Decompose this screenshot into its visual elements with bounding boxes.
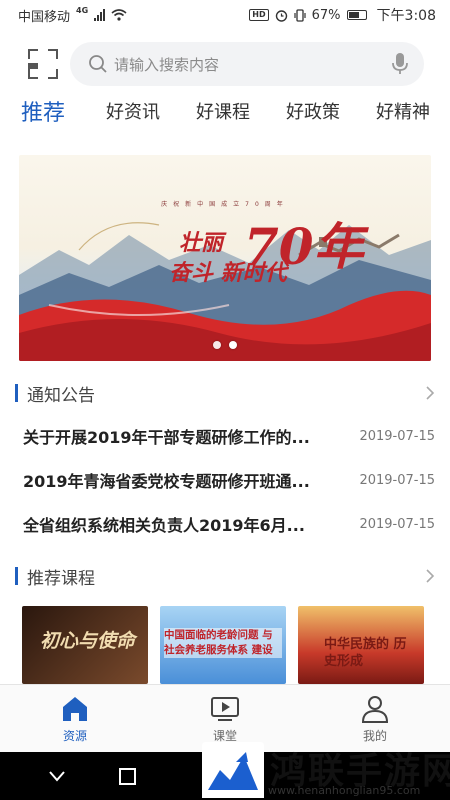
nav-resources[interactable]: 资源	[15, 685, 135, 753]
course-card[interactable]: 初心与使命	[22, 606, 148, 684]
course-title: 中国面临的老龄问题 与社会养老服务体系 建设	[164, 628, 282, 658]
watermark: 鸿联手游网 www.henanhonglian95.com	[200, 740, 450, 800]
notice-item[interactable]: 全省组织系统相关负责人2019年6月... 2019-07-15	[23, 511, 435, 537]
notice-title: 全省组织系统相关负责人2019年6月...	[23, 516, 305, 535]
carrier-label: 中国移动	[18, 9, 71, 25]
search-icon	[89, 55, 107, 73]
chevron-right-icon[interactable]	[425, 386, 435, 400]
notice-title: 2019年青海省委党校专题研修开班通...	[23, 472, 310, 491]
clock: 下午3:08	[376, 8, 436, 24]
courses-title: 推荐课程	[27, 568, 95, 589]
notices-title: 通知公告	[27, 385, 95, 406]
home-square-icon[interactable]	[119, 768, 136, 785]
notice-title: 关于开展2019年干部专题研修工作的...	[23, 428, 310, 447]
notices-header[interactable]: 通知公告	[15, 380, 435, 406]
banner-title-part1: 壮丽	[179, 230, 224, 256]
carousel-indicators	[19, 341, 431, 349]
banner-title-part2: 奋斗 新时代	[169, 260, 287, 286]
course-card[interactable]: 中华民族的 历史形成	[298, 606, 424, 684]
notice-item[interactable]: 2019年青海省委党校专题研修开班通... 2019-07-15	[23, 467, 435, 493]
banner-caption: 庆祝新中国成立70周年	[161, 201, 289, 208]
chevron-right-icon[interactable]	[425, 569, 435, 583]
category-tabs: 推荐 好资讯 好课程 好政策 好精神	[0, 90, 450, 136]
course-list: 初心与使命 中国面临的老龄问题 与社会养老服务体系 建设 中华民族的 历史形成	[22, 606, 432, 684]
home-icon	[63, 697, 87, 721]
tab-spirit[interactable]: 好精神	[376, 98, 430, 124]
section-accent-bar	[15, 384, 18, 402]
search-placeholder: 请输入搜索内容	[114, 55, 220, 74]
course-card[interactable]: 中国面临的老龄问题 与社会养老服务体系 建设	[160, 606, 286, 684]
carousel-dot-1[interactable]	[213, 341, 221, 349]
watermark-logo	[202, 742, 264, 798]
vibrate-icon	[294, 8, 306, 22]
courses-header[interactable]: 推荐课程	[15, 563, 435, 589]
notice-date: 2019-07-15	[359, 472, 435, 488]
back-icon[interactable]	[48, 767, 66, 785]
notice-date: 2019-07-15	[359, 516, 435, 532]
play-icon	[211, 697, 239, 721]
watermark-url: www.henanhonglian95.com	[268, 784, 421, 797]
status-right: HD 67% 下午3:08	[249, 5, 436, 25]
tab-courses[interactable]: 好课程	[196, 98, 250, 124]
carousel-dot-2[interactable]	[229, 341, 237, 349]
scan-icon[interactable]	[28, 49, 58, 79]
notice-item[interactable]: 关于开展2019年干部专题研修工作的... 2019-07-15	[23, 423, 435, 449]
battery-percent: 67%	[311, 7, 341, 23]
notice-date: 2019-07-15	[359, 428, 435, 444]
status-bar: 中国移动 4G HD 67% 下午3:08	[0, 0, 450, 30]
search-row: 请输入搜索内容	[0, 40, 450, 88]
wifi-icon	[111, 9, 127, 21]
section-accent-bar	[15, 567, 18, 585]
cellular-signal-icon	[94, 9, 106, 21]
user-icon	[361, 696, 389, 723]
network-type-label: 4G	[76, 5, 89, 15]
alarm-icon	[275, 9, 287, 22]
tab-policies[interactable]: 好政策	[286, 98, 340, 124]
battery-icon	[346, 10, 367, 20]
course-title: 中华民族的 历史形成	[324, 637, 407, 669]
tab-recommend[interactable]: 推荐	[21, 95, 65, 127]
search-input[interactable]: 请输入搜索内容	[70, 42, 424, 86]
microphone-icon[interactable]	[390, 52, 410, 76]
course-title: 初心与使命	[40, 630, 136, 652]
banner-carousel[interactable]: 庆祝新中国成立70周年 壮丽 70年 奋斗 新时代	[19, 155, 431, 361]
status-left: 中国移动 4G	[18, 6, 127, 25]
tab-news[interactable]: 好资讯	[106, 98, 160, 124]
hd-icon: HD	[249, 9, 269, 21]
nav-label: 资源	[62, 729, 87, 743]
